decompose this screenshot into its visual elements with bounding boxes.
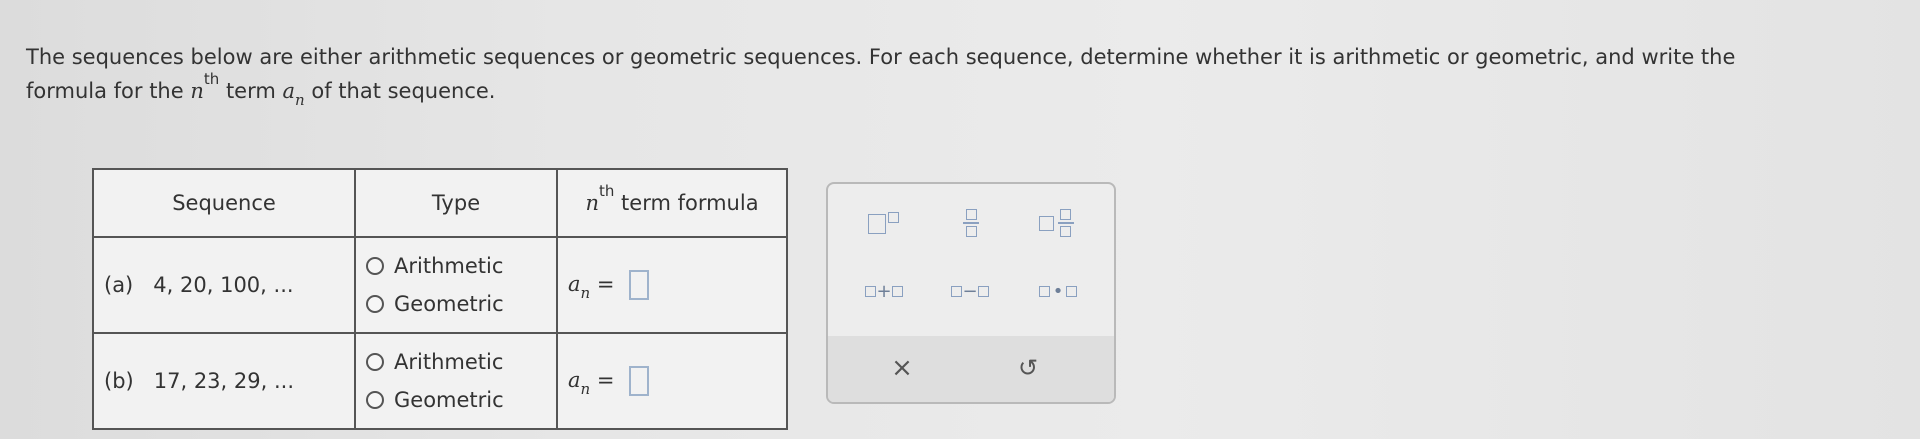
var-n: n [585, 191, 599, 215]
clear-button[interactable]: × [872, 346, 932, 390]
var-a: a [282, 79, 296, 103]
option-label: Geometric [394, 388, 504, 412]
radio-arithmetic-b[interactable]: Arithmetic [366, 343, 546, 381]
mixed-number-button[interactable] [1026, 200, 1086, 246]
subtraction-button[interactable]: − [940, 276, 1000, 306]
radio-arithmetic-a[interactable]: Arithmetic [366, 247, 546, 285]
subscript-n: n [295, 91, 305, 109]
prompt-line-2: formula for the nth term an of that sequ… [26, 70, 1886, 110]
multiplication-button[interactable]: • [1028, 276, 1088, 306]
superscript-th: th [203, 70, 220, 88]
close-icon: × [891, 353, 913, 383]
prompt-line-1: The sequences below are either arithmeti… [26, 45, 1736, 69]
header-formula-label: term formula [614, 191, 759, 215]
superscript-th: th [598, 182, 615, 200]
box-icon [1038, 285, 1050, 297]
prompt-text: of that sequence. [304, 79, 496, 103]
type-cell: Arithmetic Geometric [354, 236, 558, 334]
sequence-cell: (a) 4, 20, 100, ... [92, 236, 356, 334]
palette-action-bar: × ↺ [828, 336, 1114, 402]
sequence-table: Sequence Type nth term formula (a) 4, 20… [92, 168, 788, 430]
radio-circle-icon[interactable] [366, 391, 384, 409]
answer-input-b[interactable] [629, 366, 650, 396]
var-a: a [568, 272, 581, 296]
radio-circle-icon[interactable] [366, 353, 384, 371]
formula-cell: an = [556, 332, 788, 430]
radio-circle-icon[interactable] [366, 257, 384, 275]
math-palette: + − • × ↺ [826, 182, 1116, 404]
table-row: (b) 17, 23, 29, ... Arithmetic Geometric… [92, 332, 788, 430]
prompt-text: term [219, 79, 283, 103]
box-icon [977, 285, 989, 297]
fraction-button[interactable] [946, 200, 996, 246]
option-label: Arithmetic [394, 254, 504, 278]
row-label: (a) [104, 273, 134, 297]
header-sequence: Sequence [92, 168, 356, 238]
equals-sign: = [596, 368, 615, 392]
formula-cell: an = [556, 236, 788, 334]
option-label: Arithmetic [394, 350, 504, 374]
sequence-terms: 4, 20, 100, ... [153, 273, 294, 297]
exponent-button[interactable] [858, 206, 908, 242]
sequence-terms: 17, 23, 29, ... [153, 369, 294, 393]
whole-box-icon [1038, 215, 1054, 231]
addition-button[interactable]: + [854, 276, 914, 306]
undo-icon: ↺ [1017, 354, 1039, 382]
fraction-icon [963, 209, 979, 237]
header-type: Type [354, 168, 558, 238]
plus-symbol: + [876, 280, 892, 302]
box-icon [891, 285, 903, 297]
radio-geometric-a[interactable]: Geometric [366, 285, 546, 323]
box-icon [865, 285, 877, 297]
base-box-icon [867, 214, 886, 234]
prompt-text: formula for the [26, 79, 191, 103]
minus-symbol: − [962, 280, 978, 302]
exponent-box-icon [887, 211, 899, 223]
option-label: Geometric [394, 292, 504, 316]
subscript-n: n [580, 380, 591, 398]
box-icon [1066, 285, 1078, 297]
answer-input-a[interactable] [629, 270, 650, 300]
undo-button[interactable]: ↺ [998, 346, 1058, 390]
sequence-cell: (b) 17, 23, 29, ... [92, 332, 356, 430]
var-a: a [568, 368, 581, 392]
radio-geometric-b[interactable]: Geometric [366, 381, 546, 419]
type-cell: Arithmetic Geometric [354, 332, 558, 430]
var-n: n [190, 79, 204, 103]
header-formula: nth term formula [556, 168, 788, 238]
dot-symbol: • [1052, 280, 1064, 302]
radio-circle-icon[interactable] [366, 295, 384, 313]
table-header-row: Sequence Type nth term formula [92, 168, 788, 238]
subscript-n: n [580, 284, 591, 302]
table-row: (a) 4, 20, 100, ... Arithmetic Geometric… [92, 236, 788, 334]
question-prompt: The sequences below are either arithmeti… [26, 40, 1886, 110]
row-label: (b) [104, 369, 134, 393]
fraction-icon [1057, 209, 1074, 237]
equals-sign: = [596, 272, 615, 296]
box-icon [951, 285, 963, 297]
